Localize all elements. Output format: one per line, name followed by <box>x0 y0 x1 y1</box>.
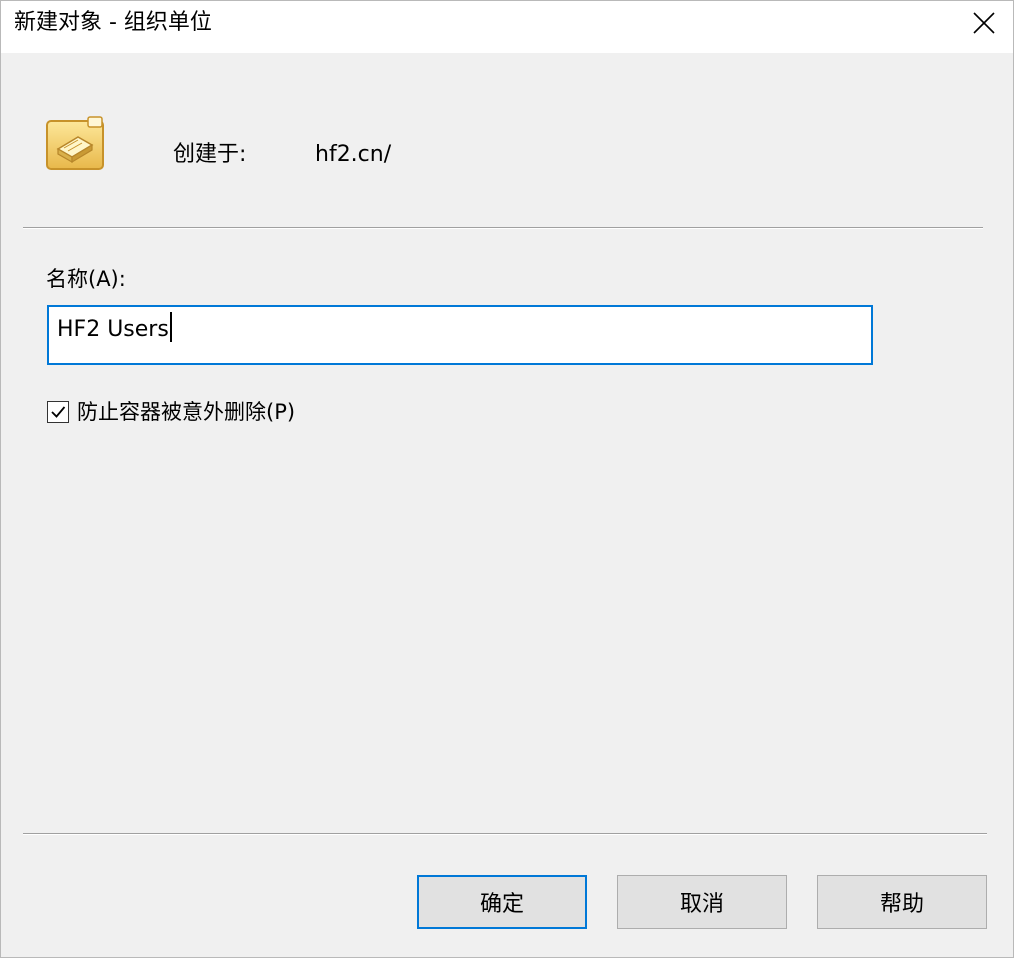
checkmark-icon <box>51 406 66 418</box>
separator <box>23 833 987 835</box>
cancel-button[interactable]: 取消 <box>617 875 787 929</box>
name-label: 名称(A): <box>46 267 126 291</box>
help-button[interactable]: 帮助 <box>817 875 987 929</box>
title-bar[interactable]: 新建对象 - 组织单位 <box>1 1 1013 53</box>
new-object-ou-dialog: 新建对象 - 组织单位 创建于: hf2.cn/ 名称(A): HF2 User… <box>0 0 1014 958</box>
window-title: 新建对象 - 组织单位 <box>14 10 212 35</box>
checkbox-box[interactable] <box>47 401 69 423</box>
separator <box>23 227 983 229</box>
name-input-value: HF2 Users <box>57 317 169 342</box>
close-button[interactable] <box>955 1 1013 45</box>
name-input[interactable]: HF2 Users <box>47 305 873 365</box>
organizational-unit-folder-icon <box>46 116 104 170</box>
protect-from-deletion-label: 防止容器被意外删除(P) <box>77 400 296 424</box>
ok-button[interactable]: 确定 <box>417 875 587 929</box>
text-caret <box>169 312 172 342</box>
protect-from-deletion-checkbox[interactable]: 防止容器被意外删除(P) <box>47 398 295 426</box>
created-in-label: 创建于: <box>173 142 247 167</box>
created-in-path: hf2.cn/ <box>315 142 392 167</box>
close-icon <box>973 12 995 34</box>
dialog-body: 创建于: hf2.cn/ 名称(A): HF2 Users 防止容器被意外删除(… <box>1 53 1013 957</box>
